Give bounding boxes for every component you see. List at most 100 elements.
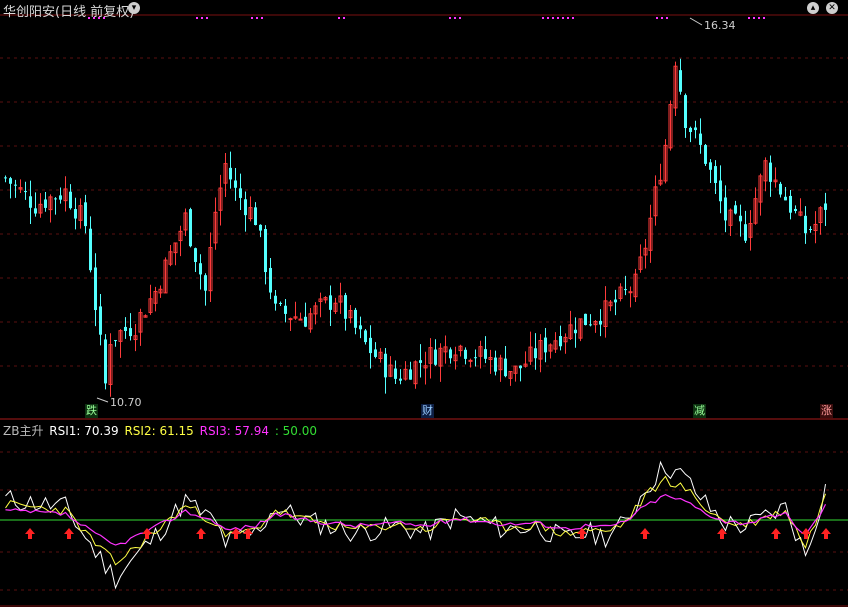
- close-icon[interactable]: ✕: [826, 2, 838, 14]
- max-price-pointer: [689, 17, 703, 26]
- min-price-label: 10.70: [110, 396, 142, 409]
- rsi1-value: RSI1: 70.39: [49, 424, 119, 438]
- signal-dot: [261, 17, 263, 19]
- candle-body: [399, 378, 402, 381]
- candle-body: [804, 215, 807, 234]
- signal-dot: [201, 17, 203, 19]
- max-price-label: 16.34: [704, 19, 736, 32]
- candle-body: [204, 275, 207, 291]
- candle-body: [734, 205, 737, 214]
- buy-arrow-icon: [64, 528, 74, 539]
- signal-dot: [763, 17, 765, 19]
- candle-body: [519, 365, 522, 369]
- buy-arrow-icon: [771, 528, 781, 539]
- grid-lines: [0, 14, 848, 607]
- chart-canvas[interactable]: [0, 0, 848, 607]
- candle-body: [599, 320, 602, 325]
- buy-arrow-icon: [25, 528, 35, 539]
- candle-body: [474, 357, 477, 359]
- candle-body: [329, 295, 332, 310]
- signal-dot: [748, 17, 750, 19]
- candle-body: [494, 357, 497, 372]
- candle-body: [689, 127, 692, 133]
- candle-body: [744, 224, 747, 241]
- candle-body: [84, 202, 87, 227]
- candle-body: [614, 299, 617, 303]
- candle-body: [584, 313, 587, 326]
- candle-body: [704, 145, 707, 164]
- signal-dot: [572, 17, 574, 19]
- candle-body: [254, 207, 257, 225]
- candle-body: [724, 197, 727, 221]
- rsi3-value: RSI3: 57.94: [199, 424, 269, 438]
- candle-body: [559, 336, 562, 347]
- tag-jian[interactable]: 减: [693, 404, 706, 418]
- candle-body: [504, 358, 507, 377]
- candle-body: [59, 195, 62, 200]
- candle-body: [719, 180, 722, 202]
- signal-dot: [562, 17, 564, 19]
- tag-zhang[interactable]: 涨: [820, 404, 833, 418]
- candle-body: [574, 329, 577, 334]
- candle-body: [409, 369, 412, 380]
- candle-body: [769, 162, 772, 182]
- signal-dot: [343, 17, 345, 19]
- candle-body: [34, 208, 37, 214]
- signal-dot: [661, 17, 663, 19]
- rsi-lines: [0, 460, 848, 590]
- candlesticks[interactable]: [4, 58, 827, 397]
- indicator-legend: ZB主升 RSI1: 70.39 RSI2: 61.15 RSI3: 57.94…: [3, 422, 319, 439]
- candle-body: [24, 191, 27, 193]
- candle-body: [89, 228, 92, 271]
- candle-body: [14, 184, 17, 186]
- candle-body: [809, 229, 812, 231]
- candle-body: [824, 203, 827, 210]
- candle-body: [354, 309, 357, 328]
- signal-dot: [656, 17, 658, 19]
- signal-dot: [449, 17, 451, 19]
- candle-body: [244, 199, 247, 216]
- signal-dot: [542, 17, 544, 19]
- candle-body: [714, 166, 717, 184]
- tag-cai[interactable]: 财: [421, 404, 434, 418]
- price-markers: [96, 17, 703, 403]
- candle-body: [449, 349, 452, 359]
- rsi1-line: [5, 460, 826, 590]
- candle-body: [794, 208, 797, 211]
- candle-body: [199, 263, 202, 275]
- candle-body: [279, 302, 282, 304]
- candle-body: [789, 195, 792, 213]
- candle-body: [259, 224, 262, 231]
- candle-body: [679, 70, 682, 92]
- stock-title: 华创阳安(日线 前复权): [3, 5, 135, 20]
- candle-body: [304, 316, 307, 327]
- candle-body: [534, 348, 537, 359]
- chevron-down-icon[interactable]: ▾: [128, 2, 140, 14]
- candle-body: [369, 337, 372, 354]
- candle-body: [229, 167, 232, 180]
- tag-die[interactable]: 跌: [85, 404, 98, 418]
- signal-dot: [338, 17, 340, 19]
- candle-body: [69, 191, 72, 209]
- candle-body: [394, 368, 397, 379]
- signal-dot: [552, 17, 554, 19]
- candle-body: [9, 178, 12, 184]
- indicator-name[interactable]: ZB主升: [3, 424, 43, 438]
- signal-dot: [666, 17, 668, 19]
- signal-dot: [557, 17, 559, 19]
- candle-body: [709, 162, 712, 170]
- candle-body: [364, 330, 367, 343]
- chevron-up-icon[interactable]: ▴: [807, 2, 819, 14]
- candle-body: [54, 198, 57, 200]
- candle-body: [129, 328, 132, 337]
- candle-body: [589, 324, 592, 326]
- candle-body: [124, 326, 127, 332]
- candle-body: [434, 349, 437, 365]
- buy-arrow-icon: [142, 528, 152, 539]
- candle-body: [468, 359, 473, 362]
- candle-body: [344, 295, 347, 319]
- candle-body: [739, 215, 742, 222]
- candle-body: [374, 349, 377, 357]
- candle-body: [189, 209, 192, 247]
- candle-body: [694, 127, 697, 131]
